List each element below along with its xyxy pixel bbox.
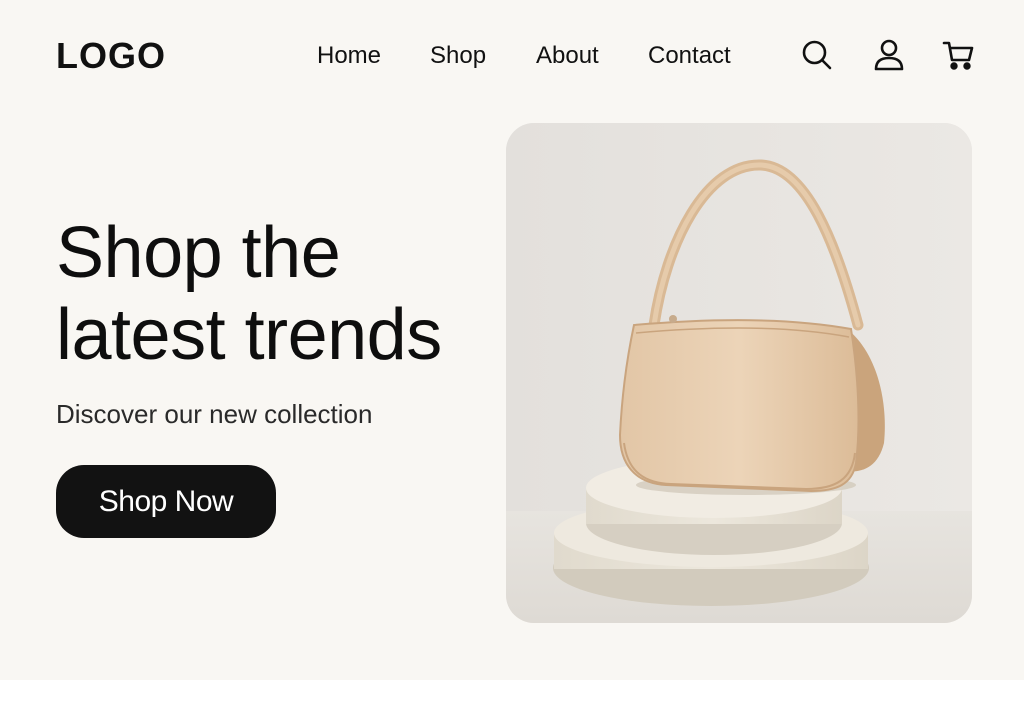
hero-title-line-1: Shop the xyxy=(56,213,341,293)
search-button[interactable] xyxy=(800,38,834,72)
cart-button[interactable] xyxy=(942,38,976,72)
cart-icon xyxy=(942,41,974,70)
account-button[interactable] xyxy=(872,38,906,72)
user-icon xyxy=(874,39,904,71)
search-icon xyxy=(802,40,832,70)
product-image[interactable] xyxy=(506,123,972,623)
logo[interactable]: LOGO xyxy=(56,36,166,76)
nav-shop[interactable]: Shop xyxy=(430,40,486,72)
nav-about[interactable]: About xyxy=(536,40,599,72)
shop-now-button[interactable]: Shop Now xyxy=(56,465,276,538)
handbag-illustration xyxy=(506,123,972,623)
hero-title: Shop the latest trends xyxy=(56,212,496,376)
page: LOGO Home Shop About Contact Shop the la… xyxy=(0,0,1024,680)
hero-title-line-2: latest trends xyxy=(56,295,442,375)
hero-subtitle: Discover our new collection xyxy=(56,399,373,429)
nav-home[interactable]: Home xyxy=(317,40,381,72)
nav-contact[interactable]: Contact xyxy=(648,40,731,72)
